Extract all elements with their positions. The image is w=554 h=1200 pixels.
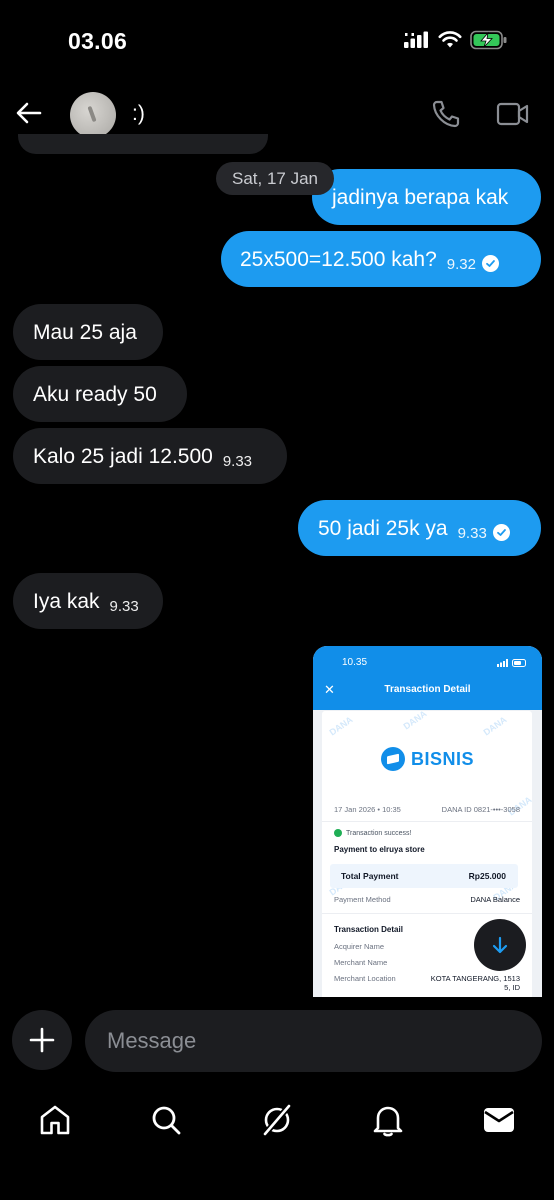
nav-messages-button[interactable] <box>479 1100 519 1140</box>
read-check-icon <box>481 255 499 272</box>
message-text: Aku ready 50 <box>33 382 157 406</box>
receipt-dana-id: DANA ID 0821-•••-3058 <box>441 805 520 814</box>
message-time: 9.32 <box>446 255 476 273</box>
payment-method-label: Payment Method <box>334 895 391 904</box>
voice-call-button[interactable] <box>430 98 464 132</box>
nav-notifications-button[interactable] <box>368 1100 408 1140</box>
receipt-date: 17 Jan 2026 • 10:35 <box>334 805 401 814</box>
total-payment-row: Total Payment Rp25.000 <box>330 864 518 888</box>
attachment-app-header <box>313 646 542 710</box>
date-separator: Sat, 17 Jan <box>216 162 335 195</box>
arrow-down-icon <box>492 936 508 954</box>
divider <box>322 821 532 822</box>
merchant-location-row: Merchant Location KOTA TANGERANG, 1513 5… <box>334 974 520 992</box>
payment-recipient: Payment to elruya store <box>334 845 425 854</box>
search-icon <box>152 1106 181 1135</box>
grok-icon <box>262 1104 292 1136</box>
dana-logo-icon <box>381 747 405 771</box>
read-check-icon <box>492 524 510 541</box>
nav-home-button[interactable] <box>35 1100 75 1140</box>
arrow-left-icon <box>16 102 42 124</box>
status-time: 03.06 <box>68 28 128 54</box>
brand-text: BISNIS <box>411 748 475 769</box>
status-bar: 03.06 <box>0 0 554 80</box>
watermark-text: DANA <box>481 714 509 738</box>
transaction-status: Transaction success! <box>334 829 412 837</box>
battery-charging-icon <box>470 30 507 50</box>
attachment-status-icons <box>497 659 528 667</box>
wifi-icon <box>438 31 462 48</box>
watermark-text: DANA <box>401 708 429 732</box>
add-attachment-button[interactable] <box>12 1010 72 1070</box>
avatar[interactable] <box>70 92 116 138</box>
nav-search-button[interactable] <box>146 1100 186 1140</box>
total-payment-value: Rp25.000 <box>468 871 506 881</box>
message-time: 9.33 <box>457 524 487 542</box>
message-bubble-outgoing[interactable]: 50 jadi 25k ya 9.33 <box>298 500 541 556</box>
nav-grok-button[interactable] <box>257 1100 297 1140</box>
attachment-status-time: 10.35 <box>342 657 368 668</box>
message-text: Kalo 25 jadi 12.500 <box>33 444 213 468</box>
message-bubble-outgoing[interactable]: jadinya berapa kak <box>312 169 541 225</box>
divider <box>322 913 532 914</box>
message-text: Iya kak <box>33 589 100 613</box>
notifications-icon <box>373 1106 403 1137</box>
merchant-location-value: KOTA TANGERANG, 1513 5, ID <box>430 974 520 992</box>
video-call-button[interactable] <box>496 98 532 132</box>
video-camera-icon <box>496 102 529 126</box>
total-payment-label: Total Payment <box>341 871 399 881</box>
back-button[interactable] <box>12 96 46 130</box>
merchant-location-label: Merchant Location <box>334 974 396 983</box>
plus-icon <box>29 1027 55 1053</box>
transaction-detail-heading: Transaction Detail <box>334 925 403 934</box>
acquirer-label: Acquirer Name <box>334 942 385 951</box>
receipt-date-row: 17 Jan 2026 • 10:35 DANA ID 0821-•••-305… <box>334 805 520 814</box>
merchant-name-label: Merchant Name <box>334 958 388 967</box>
message-input[interactable] <box>85 1010 542 1072</box>
message-text: 50 jadi 25k ya <box>318 516 448 540</box>
message-text: jadinya berapa kak <box>332 185 509 209</box>
message-time: 9.33 <box>109 597 139 615</box>
payment-method-value: DANA Balance <box>470 895 520 904</box>
messages-icon <box>484 1108 514 1132</box>
phone-icon <box>432 100 460 128</box>
bottom-navigation <box>0 1090 554 1150</box>
message-text: 25x500=12.500 kah? <box>240 247 437 271</box>
message-bubble-incoming[interactable]: Aku ready 50 <box>13 366 187 422</box>
message-text: Mau 25 aja <box>33 320 137 344</box>
message-bubble-outgoing[interactable]: 25x500=12.500 kah? 9.32 <box>221 231 541 287</box>
attachment-title: Transaction Detail <box>384 684 471 695</box>
scroll-to-bottom-button[interactable] <box>474 919 526 971</box>
message-bubble-incoming[interactable]: Kalo 25 jadi 12.500 9.33 <box>13 428 287 484</box>
status-icons <box>404 30 508 50</box>
previous-message-bubble <box>18 134 268 154</box>
message-bubble-incoming[interactable]: Mau 25 aja <box>13 304 163 360</box>
cellular-signal-icon <box>404 31 428 48</box>
dana-bisnis-logo: BISNIS <box>381 747 474 771</box>
home-icon <box>40 1105 70 1135</box>
message-time: 9.33 <box>222 452 253 470</box>
contact-name[interactable]: :) <box>132 102 145 126</box>
message-bubble-incoming[interactable]: Iya kak 9.33 <box>13 573 163 629</box>
success-check-icon <box>334 829 342 837</box>
watermark-text: DANA <box>327 714 355 738</box>
payment-method-row: Payment Method DANA Balance <box>334 895 520 904</box>
